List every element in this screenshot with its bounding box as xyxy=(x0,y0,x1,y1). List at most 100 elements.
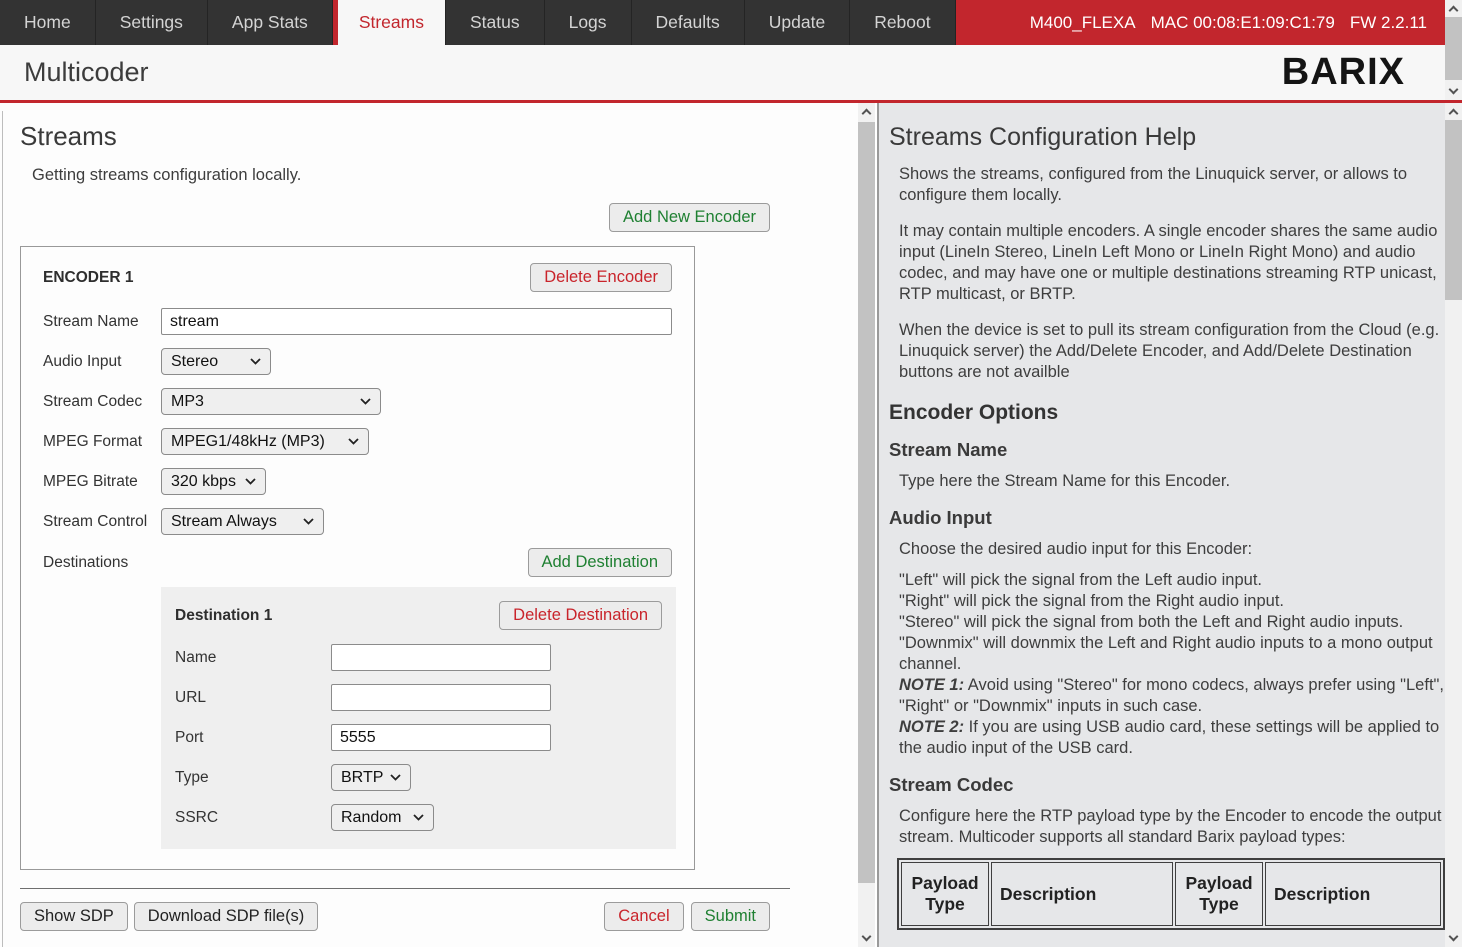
encoder-title: ENCODER 1 xyxy=(43,269,133,287)
audio-input-help-heading: Audio Input xyxy=(889,507,1448,529)
delete-encoder-button[interactable]: Delete Encoder xyxy=(530,263,672,292)
mpeg-bitrate-label: MPEG Bitrate xyxy=(43,473,161,491)
footer-divider xyxy=(20,888,790,889)
streams-heading: Streams xyxy=(20,121,875,152)
streams-subtitle: Getting streams configuration locally. xyxy=(32,166,875,185)
help-note-2: NOTE 2: If you are using USB audio card,… xyxy=(899,717,1447,759)
submit-button[interactable]: Submit xyxy=(691,902,770,931)
destination-title: Destination 1 xyxy=(175,607,272,625)
encoder-options-heading: Encoder Options xyxy=(889,401,1448,425)
destination-type-select[interactable]: BRTP xyxy=(331,764,411,791)
destination-port-label: Port xyxy=(175,729,331,747)
stream-name-help-heading: Stream Name xyxy=(889,439,1448,461)
barix-logo: BARIX xyxy=(1282,51,1405,94)
table-header-description: Description xyxy=(1265,862,1441,926)
destination-name-input[interactable] xyxy=(331,644,551,671)
destination-port-input[interactable] xyxy=(331,724,551,751)
table-header-description: Description xyxy=(991,862,1173,926)
mpeg-bitrate-value: 320 kbps xyxy=(171,473,236,491)
nav-tab-defaults[interactable]: Defaults xyxy=(632,0,745,45)
nav-tab-update[interactable]: Update xyxy=(745,0,850,45)
nav-tab-home[interactable]: Home xyxy=(0,0,96,45)
nav-tab-logs[interactable]: Logs xyxy=(545,0,632,45)
form-scrollbar[interactable] xyxy=(858,103,875,947)
table-header-payload-type: Payload Type xyxy=(1175,862,1263,926)
scroll-down-icon[interactable] xyxy=(1445,930,1462,947)
stream-control-label: Stream Control xyxy=(43,513,161,531)
nav-tab-status[interactable]: Status xyxy=(446,0,545,45)
nav-tab-settings[interactable]: Settings xyxy=(96,0,208,45)
add-new-encoder-button[interactable]: Add New Encoder xyxy=(609,203,770,232)
scroll-up-icon[interactable] xyxy=(1445,103,1462,120)
destination-type-label: Type xyxy=(175,769,331,787)
cancel-button[interactable]: Cancel xyxy=(604,902,683,931)
chevron-down-icon xyxy=(348,438,359,445)
page-scrollbar-thumb[interactable] xyxy=(1445,120,1462,300)
help-line: "Left" will pick the signal from the Lef… xyxy=(899,570,1447,591)
nav-tab-streams[interactable]: Streams xyxy=(333,0,446,45)
help-line: "Downmix" will downmix the Left and Righ… xyxy=(899,633,1447,675)
help-paragraph: It may contain multiple encoders. A sing… xyxy=(899,221,1447,305)
help-note-1: NOTE 1: Avoid using "Stereo" for mono co… xyxy=(899,675,1447,717)
chevron-down-icon xyxy=(360,398,371,405)
header-scrollbar[interactable] xyxy=(1445,0,1462,100)
show-sdp-button[interactable]: Show SDP xyxy=(20,902,128,931)
nav-tab-reboot[interactable]: Reboot xyxy=(850,0,955,45)
destination-url-label: URL xyxy=(175,689,331,707)
audio-input-help-details: "Left" will pick the signal from the Lef… xyxy=(899,570,1447,759)
form-scrollbar-thumb[interactable] xyxy=(858,122,875,883)
scroll-up-icon[interactable] xyxy=(1445,0,1462,17)
destination-ssrc-label: SSRC xyxy=(175,809,331,827)
main-nav: Home Settings App Stats Streams Status L… xyxy=(0,0,1445,45)
scroll-down-icon[interactable] xyxy=(1445,83,1462,100)
device-name: M400_FLEXA xyxy=(1030,13,1136,33)
header-frame: Home Settings App Stats Streams Status L… xyxy=(0,0,1462,103)
delete-destination-button[interactable]: Delete Destination xyxy=(499,601,662,630)
stream-codec-help-heading: Stream Codec xyxy=(889,774,1448,796)
frame-edge-divider xyxy=(2,111,3,947)
chevron-down-icon xyxy=(303,518,314,525)
audio-input-select[interactable]: Stereo xyxy=(161,348,271,375)
stream-codec-label: Stream Codec xyxy=(43,393,161,411)
audio-input-value: Stereo xyxy=(171,353,218,371)
mpeg-format-value: MPEG1/48kHz (MP3) xyxy=(171,433,325,451)
stream-name-help-text: Type here the Stream Name for this Encod… xyxy=(899,471,1447,492)
stream-codec-help-text: Configure here the RTP payload type by t… xyxy=(899,806,1447,848)
help-line: "Stereo" will pick the signal from both … xyxy=(899,612,1447,633)
stream-codec-value: MP3 xyxy=(171,393,204,411)
stream-control-value: Stream Always xyxy=(171,513,277,531)
help-title: Streams Configuration Help xyxy=(889,123,1448,152)
encoder-panel: ENCODER 1 Delete Encoder Stream Name Aud… xyxy=(20,246,695,870)
add-destination-button[interactable]: Add Destination xyxy=(528,548,673,577)
chevron-down-icon xyxy=(413,814,424,821)
stream-control-select[interactable]: Stream Always xyxy=(161,508,324,535)
note-label: NOTE 1: xyxy=(899,676,964,694)
audio-input-help-text: Choose the desired audio input for this … xyxy=(899,539,1447,560)
stream-name-input[interactable] xyxy=(161,308,672,335)
destination-url-input[interactable] xyxy=(331,684,551,711)
chevron-down-icon xyxy=(250,358,261,365)
destination-type-value: BRTP xyxy=(341,769,383,787)
nav-tab-app-stats[interactable]: App Stats xyxy=(208,0,333,45)
stream-name-label: Stream Name xyxy=(43,313,161,331)
download-sdp-button[interactable]: Download SDP file(s) xyxy=(134,902,319,931)
page-scrollbar[interactable] xyxy=(1445,103,1462,947)
help-line: "Right" will pick the signal from the Ri… xyxy=(899,591,1447,612)
destination-ssrc-select[interactable]: Random xyxy=(331,804,434,831)
header-scrollbar-thumb[interactable] xyxy=(1445,17,1462,80)
streams-form-frame: Streams Getting streams configuration lo… xyxy=(0,103,875,947)
stream-codec-select[interactable]: MP3 xyxy=(161,388,381,415)
table-header-payload-type: Payload Type xyxy=(901,862,989,926)
scroll-up-icon[interactable] xyxy=(858,103,875,120)
mpeg-bitrate-select[interactable]: 320 kbps xyxy=(161,468,266,495)
mpeg-format-label: MPEG Format xyxy=(43,433,161,451)
note-text: If you are using USB audio card, these s… xyxy=(899,718,1439,757)
chevron-down-icon xyxy=(390,774,401,781)
mpeg-format-select[interactable]: MPEG1/48kHz (MP3) xyxy=(161,428,369,455)
device-mac: MAC 00:08:E1:09:C1:79 xyxy=(1151,13,1335,33)
page-title: Multicoder xyxy=(24,57,149,88)
note-label: NOTE 2: xyxy=(899,718,964,736)
help-paragraph: When the device is set to pull its strea… xyxy=(899,320,1447,383)
help-panel: Streams Configuration Help Shows the str… xyxy=(877,103,1462,947)
scroll-down-icon[interactable] xyxy=(858,930,875,947)
